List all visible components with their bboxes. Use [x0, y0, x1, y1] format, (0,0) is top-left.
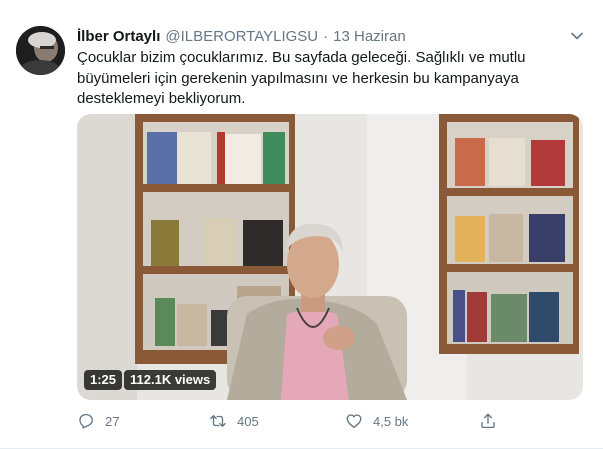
avatar[interactable]	[16, 26, 65, 75]
tweet[interactable]: İlber Ortaylı @ILBERORTAYLIGSU · 13 Hazi…	[0, 0, 603, 449]
reply-count: 27	[105, 413, 120, 429]
tweet-date[interactable]: 13 Haziran	[333, 28, 406, 45]
author-name[interactable]: İlber Ortaylı	[77, 28, 160, 45]
like-count: 4,5 bk	[373, 413, 409, 429]
share-button[interactable]	[479, 410, 507, 432]
video-views: 112.1K views	[124, 370, 217, 390]
video-thumbnail	[77, 114, 583, 400]
separator-dot: ·	[323, 27, 329, 45]
retweet-icon	[210, 415, 226, 427]
reply-button[interactable]: 27	[77, 410, 119, 432]
retweet-count: 405	[237, 413, 259, 429]
author-handle[interactable]: @ILBERORTAYLIGSU	[165, 28, 318, 45]
heart-icon	[346, 414, 362, 429]
reply-icon	[79, 413, 93, 429]
tweet-header: İlber Ortaylı @ILBERORTAYLIGSU · 13 Hazi…	[77, 26, 406, 46]
like-button[interactable]: 4,5 bk	[345, 410, 408, 432]
tweet-actions: 27 405 4,5 bk	[77, 410, 577, 432]
more-options-button[interactable]	[567, 28, 587, 44]
share-icon	[481, 413, 495, 429]
tweet-text: Çocuklar bizim çocuklarımız. Bu sayfada …	[77, 49, 526, 107]
video-player[interactable]: 1:25 112.1K views	[77, 114, 583, 400]
video-duration: 1:25	[84, 370, 123, 390]
chevron-down-icon	[571, 32, 583, 40]
avatar-image	[16, 26, 65, 75]
retweet-button[interactable]: 405	[209, 410, 259, 432]
